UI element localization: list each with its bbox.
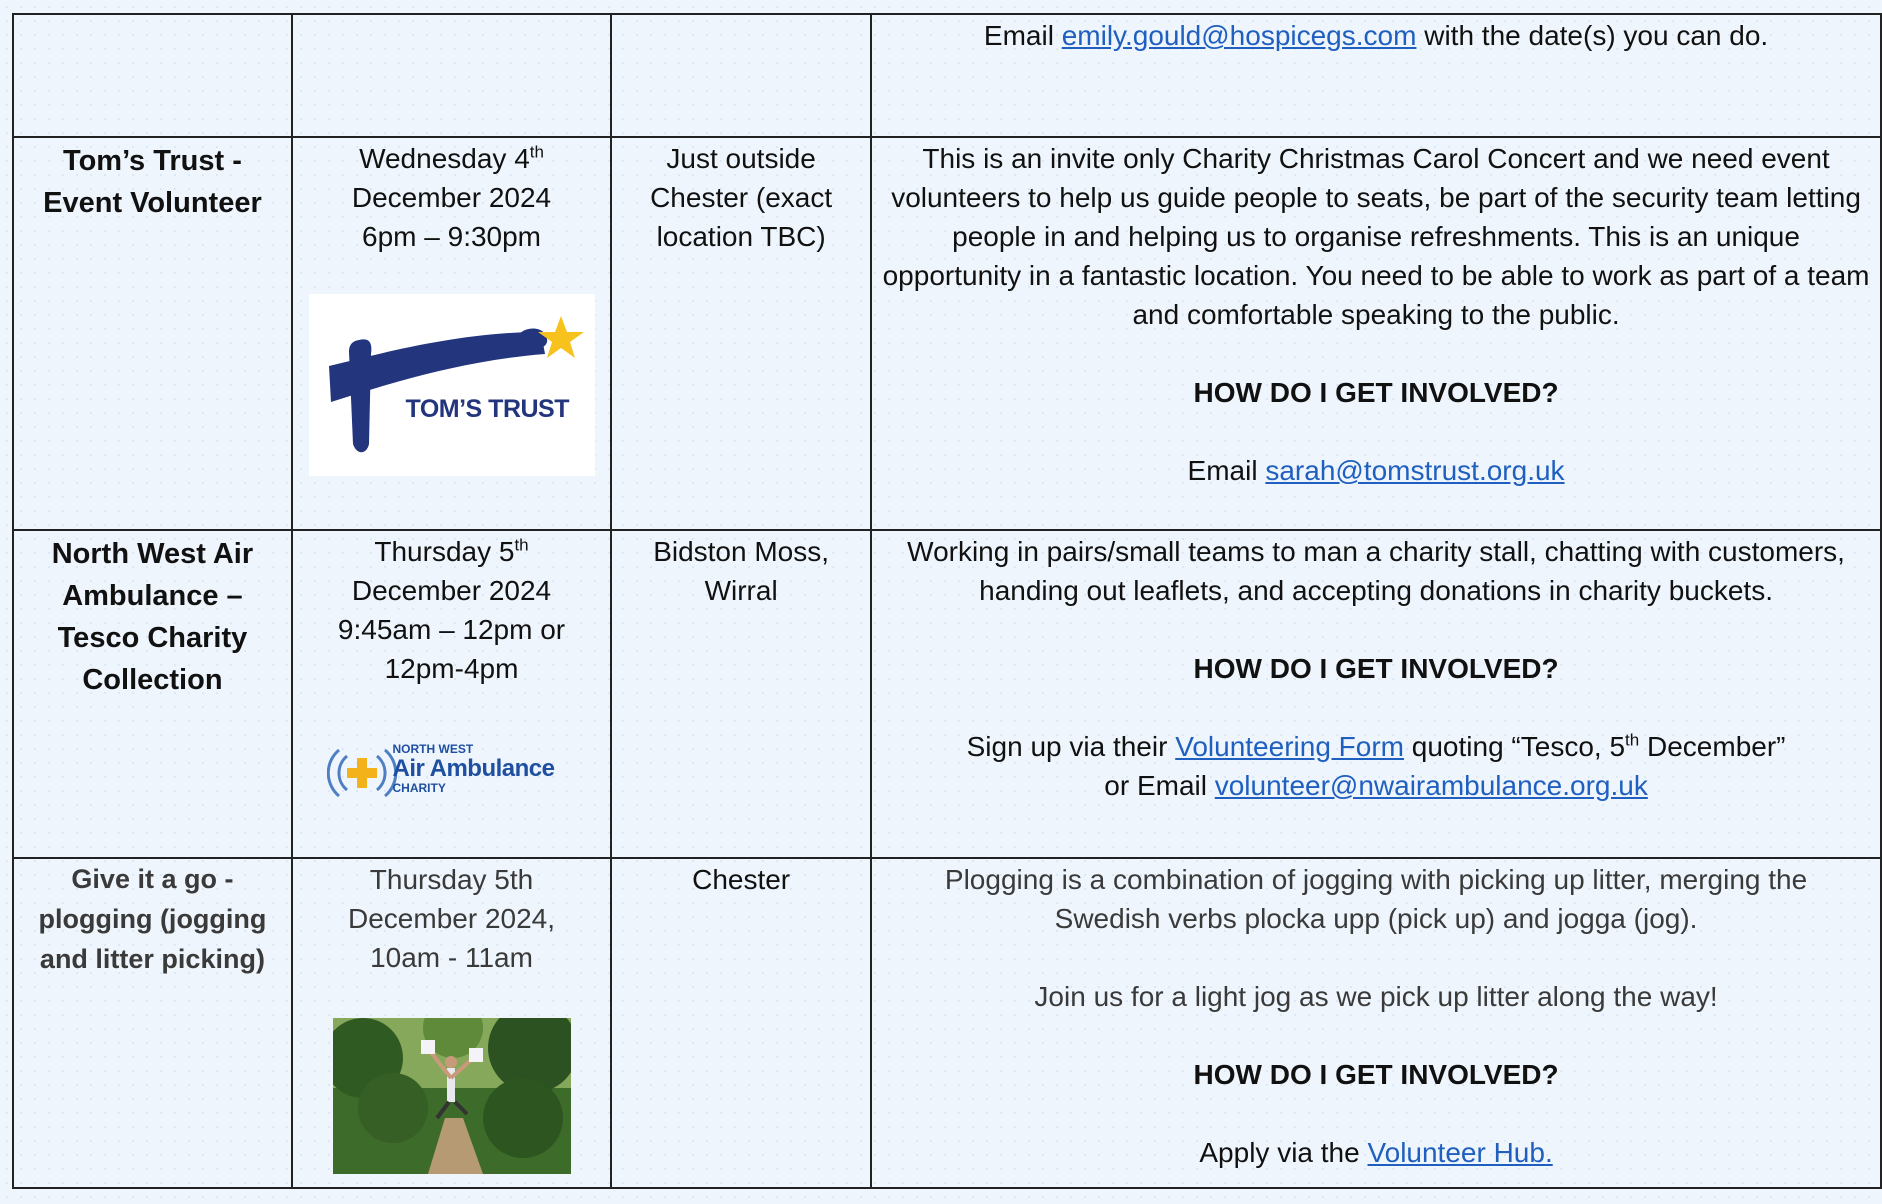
how-to-heading: HOW DO I GET INVOLVED?	[1193, 653, 1559, 684]
date-cell: Wednesday 4th December 2024 6pm – 9:30pm…	[290, 136, 613, 531]
event-location: Bidston Moss, Wirral	[653, 536, 830, 606]
event-title: North West Air Ambulance – Tesco Charity…	[51, 538, 254, 696]
table-row: Give it a go - plogging (jogging and lit…	[12, 857, 1882, 1189]
location-cell: Chester	[610, 857, 873, 1189]
nwaa-logo-bottom: CHARITY	[392, 781, 446, 795]
email-line: Email emily.gould@hospicegs.com with the…	[983, 20, 1769, 51]
nwaa-logo: NORTH WEST Air Ambulance CHARITY	[326, 740, 577, 806]
title-cell: Give it a go - plogging (jogging and lit…	[12, 857, 293, 1189]
event-title: Tom’s Trust - Event Volunteer	[43, 145, 262, 219]
event-location: Just outside Chester (exact location TBC…	[650, 143, 833, 252]
event-description-2: Join us for a light jog as we pick up li…	[1034, 981, 1718, 1012]
table-row: North West Air Ambulance – Tesco Charity…	[12, 529, 1882, 859]
email-link[interactable]: volunteer@nwairambulance.org.uk	[1215, 770, 1648, 801]
volunteering-form-link[interactable]: Volunteering Form	[1175, 731, 1404, 762]
how-to-heading: HOW DO I GET INVOLVED?	[1193, 1059, 1559, 1090]
event-title: Give it a go - plogging (jogging and lit…	[38, 864, 267, 974]
toms-trust-logo-text: TOM’S TRUST	[405, 395, 570, 423]
event-description: Plogging is a combination of jogging wit…	[944, 864, 1808, 934]
email-link[interactable]: emily.gould@hospicegs.com	[1062, 20, 1417, 51]
location-cell: Bidston Moss, Wirral	[610, 529, 873, 859]
signup-line: Sign up via their Volunteering Form quot…	[966, 730, 1786, 762]
how-to-heading: HOW DO I GET INVOLVED?	[1193, 377, 1559, 408]
description-cell: Email emily.gould@hospicegs.com with the…	[870, 13, 1882, 138]
location-cell: Just outside Chester (exact location TBC…	[610, 136, 873, 531]
apply-line: Apply via the Volunteer Hub.	[1199, 1137, 1553, 1168]
nwaa-logo-icon	[326, 748, 397, 798]
date-cell	[290, 13, 613, 138]
nwaa-logo-main: Air Ambulance	[392, 755, 555, 782]
plogging-photo	[332, 1018, 571, 1174]
table-row: Tom’s Trust - Event Volunteer Wednesday …	[12, 136, 1882, 531]
table-row: Email emily.gould@hospicegs.com with the…	[12, 13, 1882, 138]
description-cell: Plogging is a combination of jogging wit…	[870, 857, 1882, 1189]
volunteer-hub-link[interactable]: Volunteer Hub.	[1367, 1137, 1552, 1168]
event-location: Chester	[692, 864, 791, 895]
event-description: This is an invite only Charity Christmas…	[882, 143, 1870, 330]
event-description: Working in pairs/small teams to man a ch…	[907, 536, 1845, 606]
event-date: Thursday 5th December 2024, 10am - 11am	[348, 864, 556, 973]
contact-line: or Email volunteer@nwairambulance.org.uk	[1104, 770, 1648, 801]
description-cell: This is an invite only Charity Christmas…	[870, 136, 1882, 531]
email-link[interactable]: sarah@tomstrust.org.uk	[1265, 455, 1564, 486]
location-cell	[610, 13, 873, 138]
date-cell: Thursday 5th December 2024 9:45am – 12pm…	[290, 529, 613, 859]
title-cell: North West Air Ambulance – Tesco Charity…	[12, 529, 293, 859]
description-cell: Working in pairs/small teams to man a ch…	[870, 529, 1882, 859]
plogging-photo-image	[332, 1018, 571, 1174]
events-table: Email emily.gould@hospicegs.com with the…	[12, 13, 1882, 1189]
toms-trust-logo-icon	[328, 316, 584, 453]
title-cell: Tom’s Trust - Event Volunteer	[12, 136, 293, 531]
date-cell: Thursday 5th December 2024, 10am - 11am	[290, 857, 613, 1189]
event-date: Thursday 5th	[374, 535, 529, 567]
title-cell	[12, 13, 293, 138]
toms-trust-logo: TOM’S TRUST	[308, 294, 595, 476]
event-date: Wednesday 4th	[359, 142, 544, 174]
contact-line: Email sarah@tomstrust.org.uk	[1187, 455, 1565, 486]
